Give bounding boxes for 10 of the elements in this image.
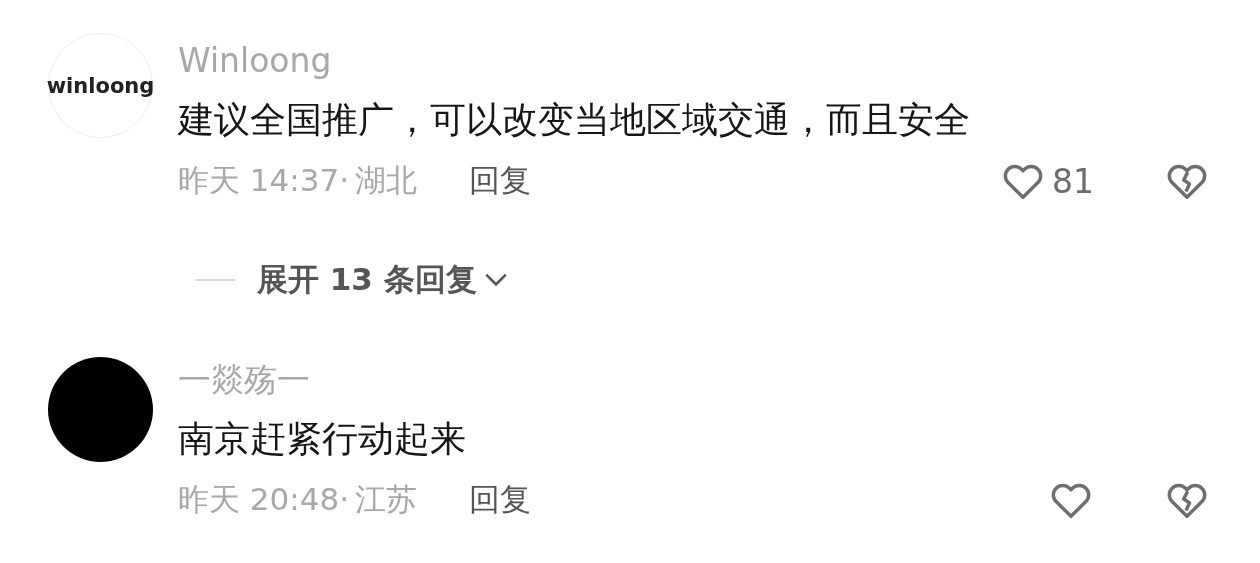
comment-text: 南京赶紧行动起来 [178,417,467,461]
comment-location: 江苏 [355,480,418,519]
expand-replies-link[interactable]: 展开 13 条回复 [257,259,477,301]
like-count: 81 [1052,161,1094,201]
reply-link[interactable]: 回复 [469,160,532,202]
reply-link[interactable]: 回复 [469,479,532,521]
comment-time: 昨天 14:37· [178,161,350,200]
comment-location: 湖北 [355,161,418,200]
comment-time: 昨天 20:48· [178,480,350,519]
comment-text: 建议全国推广，可以改变当地区域交通，而且安全 [178,98,971,142]
